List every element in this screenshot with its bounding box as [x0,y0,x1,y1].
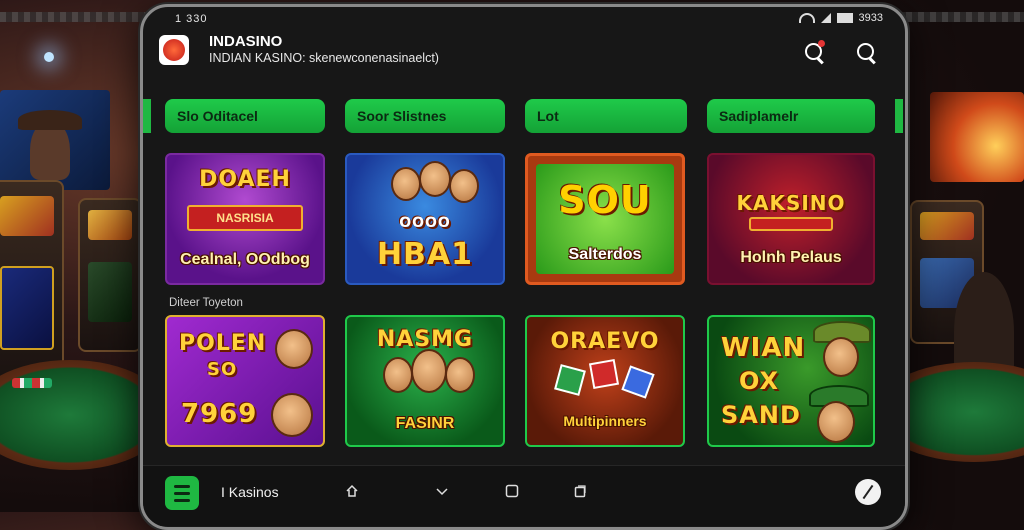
game-tile[interactable]: NASMG FASINR [345,315,505,447]
category-button[interactable]: Lot [525,99,687,133]
character-face [817,401,855,443]
wall-screen [0,90,110,190]
notification-dot [818,40,825,47]
app-title: INDASINO [209,33,283,50]
nav-label[interactable]: I Kasinos [221,484,279,500]
section-label: Diteer Toyeton [169,297,243,309]
dice-icon [554,364,586,396]
square-icon[interactable] [505,484,519,498]
battery-icon [836,13,853,23]
game-tile[interactable]: OOOO HBA1 [345,153,505,285]
game-title: HBA1 [376,237,474,272]
character-face [419,161,451,197]
game-tile[interactable]: ORAEVO Multipinners [525,315,685,447]
dice-icon [621,365,655,399]
poker-table [894,362,1024,462]
chevron-down-icon[interactable] [435,484,449,498]
category-scroll-edge [895,99,903,133]
game-subtitle: OOOO [399,215,451,231]
app-logo-icon[interactable] [159,35,189,65]
menu-button[interactable] [165,476,199,510]
background-casino-left [0,0,150,512]
game-title: KAKSINO [736,191,846,215]
status-time: 1 330 [175,13,208,25]
character-face [391,167,421,201]
game-caption: Salterdos [568,246,642,263]
profile-button[interactable] [855,479,881,505]
recent-apps-icon[interactable] [573,484,587,498]
game-title: ORAEVO [550,329,660,354]
stage-truss [0,12,150,22]
character-face [445,357,475,393]
character-face [823,337,859,377]
bottom-navigation: I Kasinos [143,465,905,526]
slot-machine [0,180,64,384]
phone-device: 1 330 3933 INDASINO INDIAN KASINO: skene… [140,4,908,530]
game-tile[interactable]: SOU Salterdos [525,153,685,285]
character-face [449,169,479,203]
game-tile[interactable]: DOAEH NASRISIA Cealnal, OOdbog [165,153,325,285]
app-subtitle: INDIAN KASINO: skenewconenasinaelct) [209,51,439,65]
character-face [275,329,313,369]
app-header: INDASINO INDIAN KASINO: skenewconenasina… [143,29,905,81]
stage-truss [894,12,1024,22]
category-button[interactable]: Soor Slistnes [345,99,505,133]
status-icons: 3933 [798,12,883,24]
game-caption: FASINR [395,415,455,432]
game-tile[interactable]: POLEN SO 7969 [165,315,325,447]
wall-screen [930,92,1024,182]
dice-icon [588,358,620,390]
search-button[interactable] [855,41,879,65]
home-icon[interactable] [345,484,359,498]
chips [12,378,52,388]
game-caption: Cealnal, OOdbog [180,251,310,268]
category-button[interactable]: Slo Oditacel [165,99,325,133]
game-caption: Holnh Pelaus [740,249,842,266]
poker-table [0,360,150,470]
signal-icon [820,13,831,23]
character-face [383,357,413,393]
character-face [271,393,313,437]
character-face [411,349,447,393]
game-title: SOU [558,178,652,222]
status-bar: 1 330 3933 [143,11,905,27]
game-ribbon [749,217,833,231]
background-casino-right [894,0,1024,512]
status-right-text: 3933 [858,12,883,24]
game-caption: Multipinners [563,413,647,429]
game-tile[interactable]: WIAN OX SAND [707,315,875,447]
category-scroll-edge [143,99,151,133]
wifi-icon [798,13,815,23]
spotlight [44,52,54,62]
search-notification-button[interactable] [803,40,827,65]
game-title: NASMG [376,327,474,352]
game-title: DOAEH [199,167,291,192]
category-button[interactable]: Sadiplamelr [707,99,875,133]
game-ribbon: NASRISIA [187,205,303,231]
game-tile[interactable]: KAKSINO Holnh Pelaus [707,153,875,285]
slot-machine [78,198,142,352]
